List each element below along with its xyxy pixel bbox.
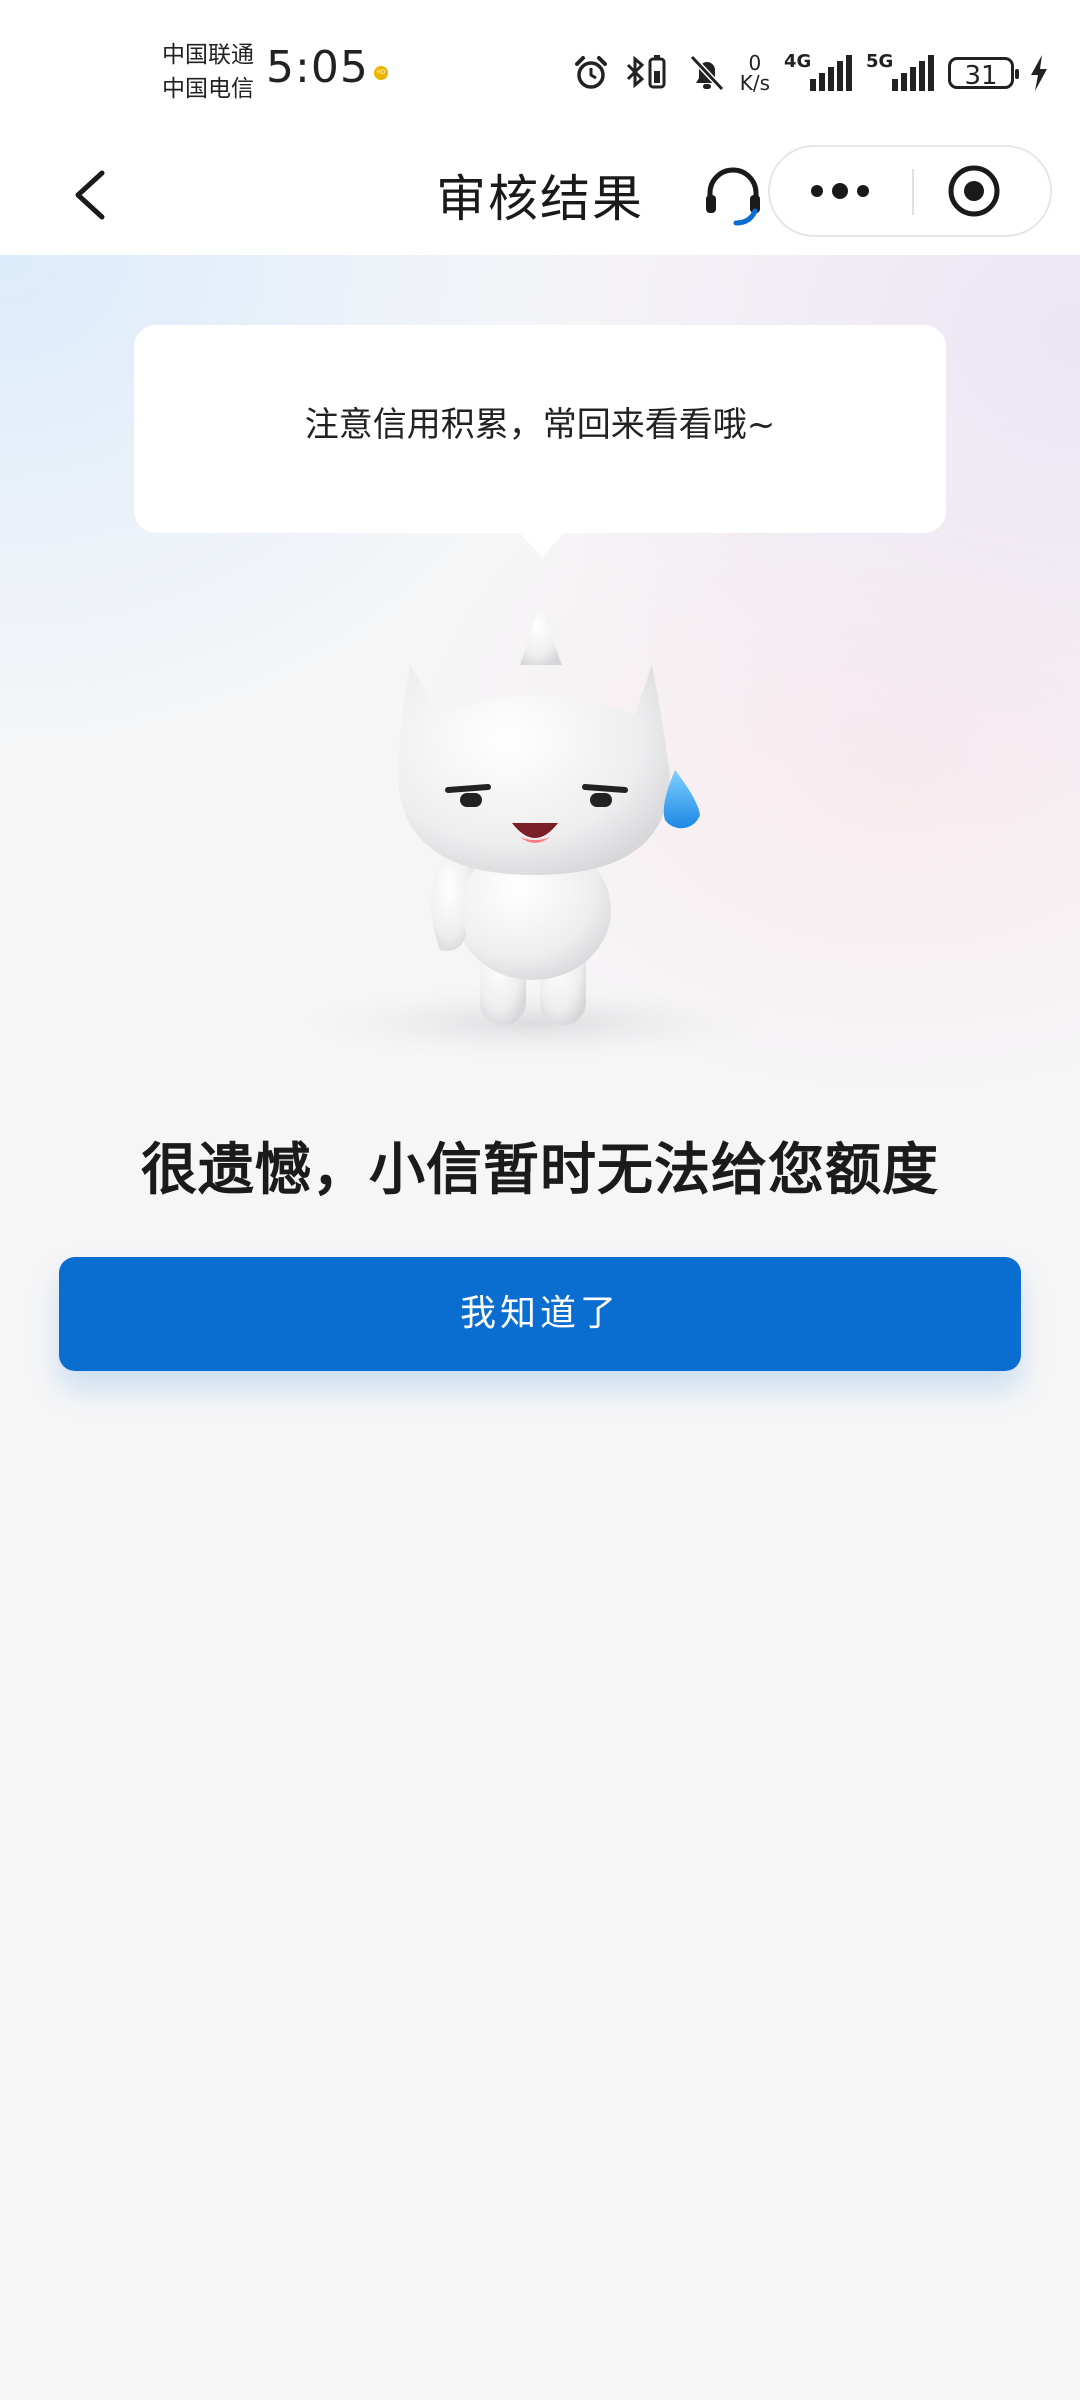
mute-bell-icon [689, 54, 724, 92]
carrier-1: 中国联通 [162, 42, 254, 68]
alarm-icon [574, 56, 607, 89]
signal-2: 5G [866, 51, 934, 91]
battery-indicator: 31 [948, 57, 1019, 91]
carrier-info: 中国联通 中国电信 [162, 38, 254, 106]
status-bar: 中国联通 中国电信 5:05 HD 0 K/s 4G 5G 31 [0, 0, 1080, 135]
hd-badge: HD [374, 66, 388, 80]
more-icon [811, 183, 869, 199]
signal-1-type: 4G [784, 51, 812, 72]
net-speed-unit: K/s [739, 71, 770, 95]
nav-bar: 审核结果 [0, 135, 1080, 255]
status-time: 5:05 [266, 42, 369, 93]
result-headline: 很遗憾，小信暂时无法给您额度 [141, 1138, 939, 1203]
signal-1: 4G [784, 51, 852, 91]
close-target-icon[interactable] [946, 163, 1002, 219]
mini-program-capsule [768, 145, 1052, 237]
signal-2-type: 5G [866, 51, 894, 72]
capsule-divider [912, 169, 914, 215]
charging-icon [1031, 55, 1047, 91]
bubble-text: 注意信用积累，常回来看看哦~ [304, 405, 776, 445]
status-icons: 0 K/s 4G 5G 31 [572, 48, 1050, 98]
net-speed: 0 K/s [740, 53, 770, 93]
main-content: 注意信用积累，常回来看看哦~ 很遗憾，小信暂时无法给您额度 我知道了 [0, 255, 1080, 2400]
headset-icon[interactable] [700, 161, 766, 227]
acknowledge-button[interactable]: 我知道了 [59, 1257, 1021, 1371]
mascot-illustration [290, 605, 785, 1063]
carrier-2: 中国电信 [162, 76, 254, 102]
net-speed-value: 0 [748, 51, 762, 75]
more-button[interactable] [770, 147, 910, 235]
bluetooth-battery-icon [626, 55, 666, 89]
speech-bubble: 注意信用积累，常回来看看哦~ [134, 325, 946, 557]
